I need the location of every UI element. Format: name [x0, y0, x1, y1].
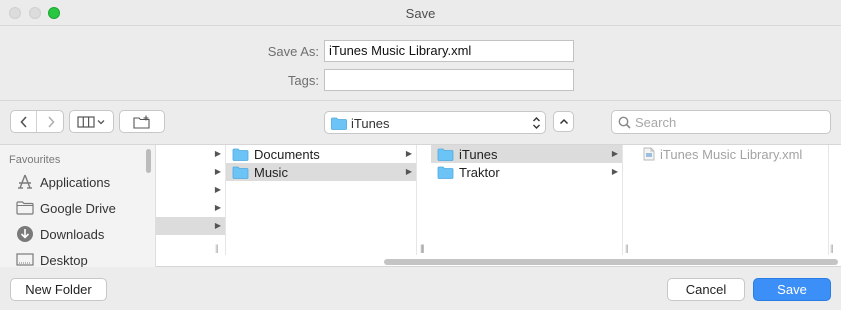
- list-item-itunes[interactable]: iTunes ▶: [431, 145, 622, 163]
- sidebar-item-desktop[interactable]: Desktop: [16, 250, 146, 267]
- folder-icon: [232, 166, 249, 179]
- disclosure-arrow-icon: ▶: [611, 167, 618, 176]
- chevron-up-icon: [559, 118, 568, 125]
- list-item[interactable]: ▶: [156, 181, 225, 199]
- new-folder-button[interactable]: New Folder: [10, 278, 107, 301]
- folder-icon: [437, 166, 454, 179]
- disclosure-arrow-icon: ▶: [214, 221, 221, 230]
- save-button[interactable]: Save: [753, 278, 831, 301]
- save-as-input[interactable]: iTunes Music Library.xml: [324, 40, 574, 62]
- list-item-label: Music: [254, 164, 288, 180]
- back-button[interactable]: [11, 111, 37, 132]
- list-item-documents[interactable]: Documents ▶: [226, 145, 416, 163]
- list-item[interactable]: ▶: [156, 163, 225, 181]
- column-resize-handle[interactable]: ||: [215, 243, 219, 253]
- list-item[interactable]: ▶: [156, 199, 225, 217]
- collapse-button[interactable]: [553, 111, 574, 132]
- disclosure-arrow-icon: ▶: [405, 149, 412, 158]
- applications-icon: [18, 174, 32, 189]
- file-browser: Favourites Applications Google Drive Dow: [0, 144, 841, 267]
- sidebar-item-google-drive[interactable]: Google Drive: [16, 198, 146, 218]
- toolbar-divider: [0, 100, 841, 101]
- view-mode-button[interactable]: [69, 110, 114, 133]
- sidebar-item-label: Applications: [40, 174, 111, 190]
- column-1: ▶ ▶ ▶ ▶ ▶ ||: [156, 145, 226, 255]
- list-item[interactable]: ▶: [156, 145, 225, 163]
- disclosure-arrow-icon: ▶: [214, 203, 221, 212]
- column-view-icon: [76, 115, 104, 128]
- sidebar: Favourites Applications Google Drive Dow: [0, 145, 156, 267]
- title-bar: Save: [0, 0, 841, 26]
- list-item-traktor[interactable]: Traktor ▶: [431, 163, 622, 181]
- column-resize-handle[interactable]: ||: [625, 243, 629, 253]
- tags-row: Tags:: [0, 69, 841, 91]
- list-item-label: iTunes Music Library.xml: [660, 146, 803, 162]
- sidebar-heading: Favourites: [9, 154, 61, 166]
- sidebar-item-downloads[interactable]: Downloads: [16, 224, 146, 244]
- back-forward-group: [10, 110, 64, 133]
- list-item-label: Traktor: [459, 164, 500, 180]
- column-3: iTunes ▶ Traktor ▶ || ||: [421, 145, 629, 255]
- column-resize-handle[interactable]: ||: [830, 243, 834, 253]
- disclosure-arrow-icon: ▶: [214, 149, 221, 158]
- sidebar-item-label: Google Drive: [40, 200, 116, 216]
- document-icon: [643, 147, 655, 161]
- path-popup-label: iTunes: [351, 116, 390, 131]
- list-item-label: iTunes: [459, 146, 498, 162]
- chevron-right-icon: [48, 115, 55, 128]
- desktop-icon: [16, 253, 34, 266]
- folder-icon: [331, 117, 347, 130]
- list-item-music[interactable]: Music ▶: [226, 163, 416, 181]
- chevron-left-icon: [19, 115, 27, 128]
- folder-icon: [16, 201, 34, 215]
- horizontal-scrollbar[interactable]: [384, 259, 838, 265]
- search-field[interactable]: Search: [611, 110, 831, 134]
- save-as-row: Save As: iTunes Music Library.xml: [0, 40, 841, 62]
- folder-icon: [232, 148, 249, 161]
- sidebar-item-label: Downloads: [40, 226, 105, 242]
- search-placeholder: Search: [635, 115, 677, 130]
- tags-label: Tags:: [287, 73, 319, 88]
- save-as-label: Save As:: [267, 44, 319, 59]
- sidebar-scrollbar[interactable]: [146, 149, 151, 173]
- list-item-label: Documents: [254, 146, 320, 162]
- column-4: iTunes Music Library.xml ||: [636, 145, 834, 255]
- column-2: Documents ▶ Music ▶ ||: [226, 145, 424, 255]
- disclosure-arrow-icon: ▶: [214, 185, 221, 194]
- sidebar-item-applications[interactable]: Applications: [16, 172, 146, 192]
- cancel-button[interactable]: Cancel: [667, 278, 745, 301]
- updown-arrows-icon: [533, 117, 540, 129]
- list-item-file[interactable]: iTunes Music Library.xml: [636, 145, 828, 163]
- folder-icon: [437, 148, 454, 161]
- disclosure-arrow-icon: ▶: [405, 167, 412, 176]
- column-resize-handle[interactable]: ||: [421, 243, 425, 253]
- downloads-icon: [17, 226, 33, 242]
- window-title: Save: [405, 6, 436, 21]
- disclosure-arrow-icon: ▶: [611, 149, 618, 158]
- list-item-selected[interactable]: ▶: [156, 217, 225, 235]
- disclosure-arrow-icon: ▶: [214, 167, 221, 176]
- forward-button[interactable]: [38, 111, 64, 132]
- new-folder-icon-button[interactable]: [119, 110, 165, 133]
- tags-input[interactable]: [324, 69, 574, 91]
- path-popup[interactable]: iTunes: [324, 111, 546, 134]
- sidebar-item-label: Desktop: [40, 252, 88, 268]
- new-folder-icon: [133, 115, 150, 129]
- search-icon: [618, 116, 631, 129]
